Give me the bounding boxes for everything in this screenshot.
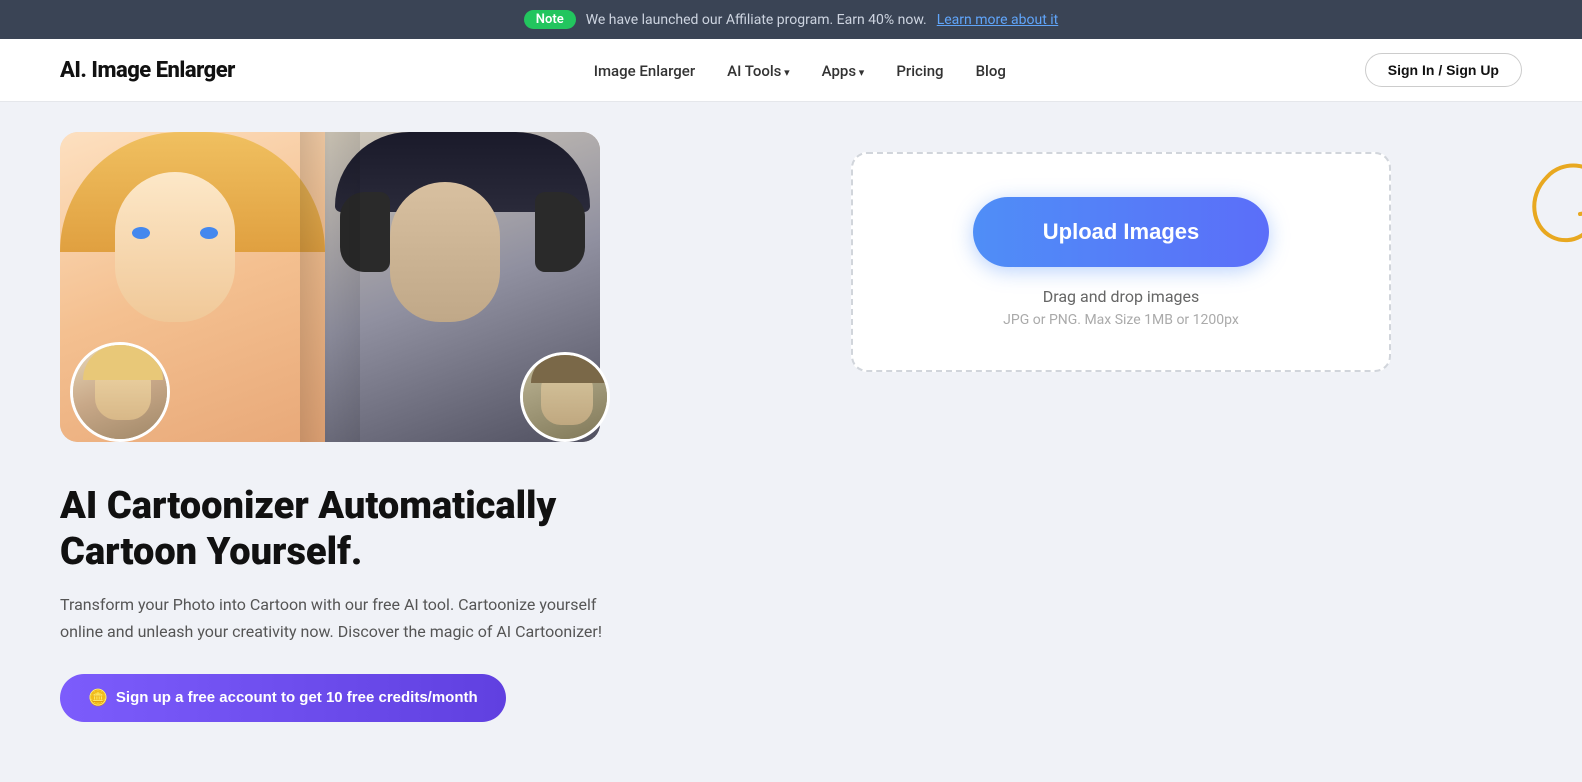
site-logo: AI. Image Enlarger	[60, 58, 235, 83]
hero-section: AI Cartoonizer Automatically Cartoon You…	[60, 132, 640, 722]
banner-message: We have launched our Affiliate program. …	[586, 12, 927, 28]
file-info-text: JPG or PNG. Max Size 1MB or 1200px	[1003, 312, 1239, 328]
upload-button[interactable]: Upload Images	[973, 197, 1269, 267]
announcement-banner: Note We have launched our Affiliate prog…	[0, 0, 1582, 39]
arrow-annotation	[1492, 152, 1582, 272]
avatar-photo-right	[520, 352, 610, 442]
main-nav: AI. Image Enlarger Image Enlarger AI Too…	[0, 39, 1582, 102]
coin-icon: 🪙	[88, 688, 108, 708]
nav-links: Image Enlarger AI Tools Apps Pricing Blo…	[594, 61, 1006, 80]
main-content: AI Cartoonizer Automatically Cartoon You…	[0, 102, 1582, 782]
nav-image-enlarger[interactable]: Image Enlarger	[594, 62, 695, 80]
nav-blog[interactable]: Blog	[976, 62, 1006, 80]
nav-apps[interactable]: Apps	[822, 62, 865, 80]
nav-pricing[interactable]: Pricing	[896, 62, 943, 80]
banner-link[interactable]: Learn more about it	[937, 12, 1059, 28]
hero-description: Transform your Photo into Cartoon with o…	[60, 591, 640, 645]
avatar-photo-left	[70, 342, 170, 442]
arrow-svg	[1492, 152, 1582, 272]
upload-dropzone[interactable]: Upload Images Drag and drop images JPG o…	[851, 152, 1391, 372]
nav-ai-tools[interactable]: AI Tools	[727, 62, 790, 80]
note-badge: Note	[524, 10, 576, 29]
hero-images	[60, 132, 620, 452]
drag-drop-text: Drag and drop images	[1043, 287, 1200, 306]
cta-label: Sign up a free account to get 10 free cr…	[116, 689, 478, 706]
cta-signup-button[interactable]: 🪙 Sign up a free account to get 10 free …	[60, 674, 506, 722]
signin-button[interactable]: Sign In / Sign Up	[1365, 53, 1522, 87]
upload-section: Upload Images Drag and drop images JPG o…	[720, 132, 1522, 372]
hero-title: AI Cartoonizer Automatically Cartoon You…	[60, 484, 640, 575]
